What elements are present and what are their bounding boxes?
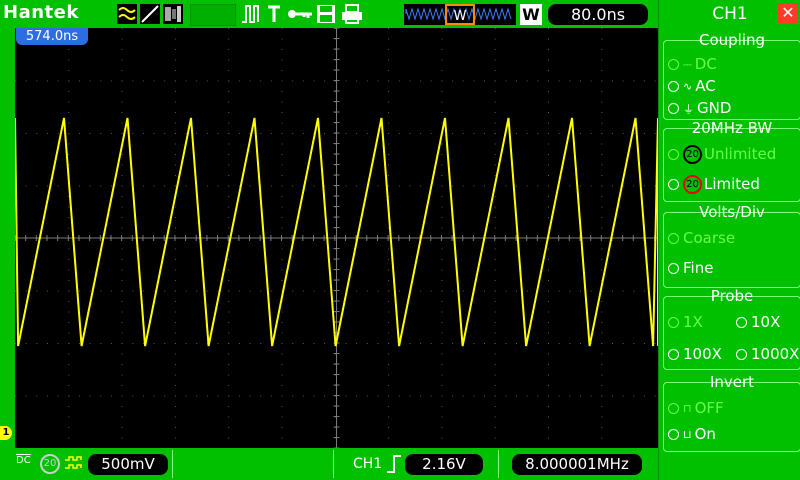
ac-icon: ∿ (683, 80, 693, 93)
coupling-gnd-option[interactable]: ⏚ GND (668, 99, 731, 117)
invert-on-option[interactable]: ⊔ On (668, 425, 716, 443)
status-box (190, 4, 236, 26)
scope-screen[interactable]: 574.0ns (15, 28, 671, 448)
probe-100x-option[interactable]: 100X (668, 345, 722, 363)
volts-div-readout[interactable]: 500mV (88, 454, 168, 475)
save-icon[interactable] (316, 4, 336, 24)
trigger-source-label: CH1 (353, 456, 383, 472)
volts-div-section: Volts/Div Coarse Fine (663, 203, 800, 288)
probe-section: Probe 1X 10X 100X 1000X (663, 287, 800, 370)
trigger-position-badge[interactable]: 574.0ns (16, 28, 88, 45)
invert-off-option[interactable]: ⊓ OFF (668, 399, 724, 417)
frequency-readout: 8.000001MHz (512, 454, 642, 475)
key-icon[interactable] (286, 4, 314, 24)
bandwidth-section: 20MHz BW 20 Unlimited 20 Limited (663, 119, 800, 202)
coupling-section: Coupling ⎓ DC ∿ AC ⏚ GND (663, 31, 800, 120)
print-icon[interactable] (341, 4, 363, 24)
trigger-edge-icon[interactable] (240, 4, 262, 24)
invert-section: Invert ⊓ OFF ⊔ On (663, 373, 800, 452)
brand-logo: Hantek (3, 2, 79, 23)
waveform-grid (15, 28, 658, 448)
ch1-menu: CH1 ✕ Coupling ⎓ DC ∿ AC ⏚ GND 20MHz BW 20 U… (658, 0, 800, 480)
close-icon[interactable]: ✕ (778, 3, 798, 23)
probe-10x-option[interactable]: 10X (736, 313, 780, 331)
invert-icon (65, 456, 82, 469)
coupling-dc-option[interactable]: ⎓ DC (668, 55, 717, 73)
acquire-mode-badge[interactable]: W (520, 4, 542, 25)
bandwidth-title: 20MHz BW (691, 119, 773, 137)
rising-edge-icon (387, 455, 401, 473)
trigger-level-readout[interactable]: 2.16V (405, 454, 483, 475)
bw-limited-option[interactable]: 20 Limited (668, 175, 760, 194)
probe-title: Probe (710, 287, 754, 305)
volts-div-title: Volts/Div (699, 203, 765, 221)
probe-1x-option[interactable]: 1X (668, 313, 703, 331)
bw-unlimited-option[interactable]: 20 Unlimited (668, 145, 776, 164)
memory-position-bar[interactable]: W (404, 4, 516, 25)
trigger-t-icon[interactable] (266, 4, 282, 24)
invert-off-icon: ⊓ (683, 402, 692, 415)
invert-on-icon: ⊔ (683, 428, 692, 441)
ground-icon: ⏚ (683, 102, 694, 116)
probe-1000x-option[interactable]: 1000X (736, 345, 799, 363)
waveform-mode-icons[interactable] (117, 4, 187, 24)
bw-limit-icon: 20 (40, 454, 60, 474)
bw-20-limited-icon: 20 (683, 175, 702, 194)
top-bar: Hantek W W 80.0ns (0, 0, 658, 28)
invert-title: Invert (709, 373, 755, 391)
timebase-readout[interactable]: 80.0ns (548, 4, 648, 25)
coupling-title: Coupling (698, 31, 766, 49)
vdiv-coarse-option[interactable]: Coarse (668, 229, 735, 247)
bw-20-icon: 20 (683, 145, 702, 164)
ch1-ground-marker[interactable]: 1 (0, 426, 12, 440)
bottom-bar: DC 20 500mV CH1 2.16V 8.000001MHz (0, 448, 658, 480)
coupling-ac-option[interactable]: ∿ AC (668, 77, 716, 95)
dc-coupling-icon: DC (16, 455, 31, 466)
dc-icon: ⎓ (683, 57, 692, 71)
vdiv-fine-option[interactable]: Fine (668, 259, 713, 277)
memory-window-label: W (454, 9, 467, 24)
